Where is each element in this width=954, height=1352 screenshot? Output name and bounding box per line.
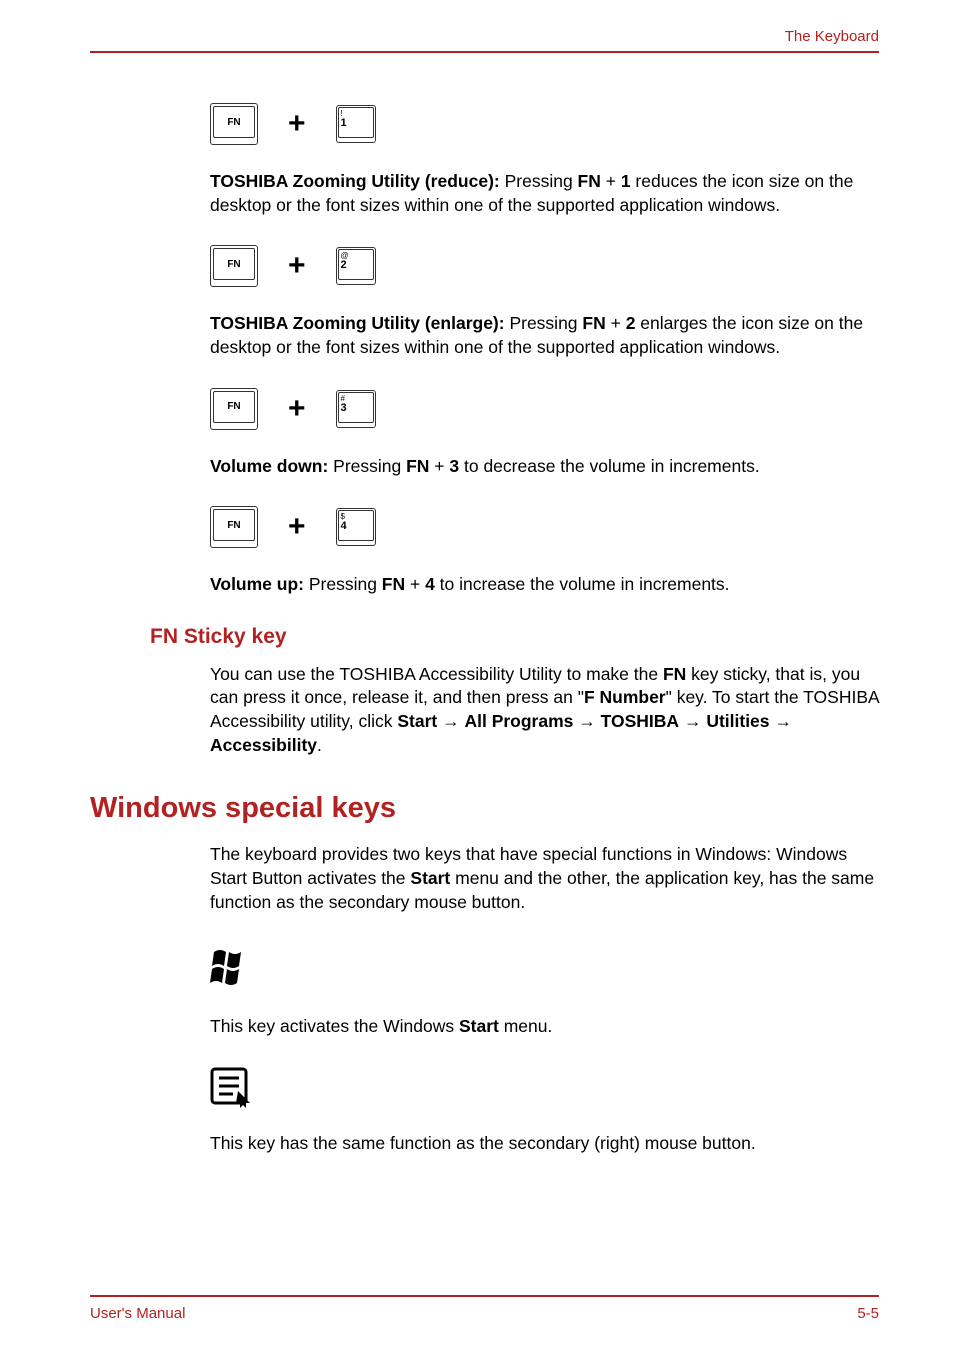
plus-icon: + — [288, 394, 306, 424]
fn-key-label: FN — [213, 106, 255, 138]
windows-key-description: This key activates the Windows Start men… — [210, 1015, 879, 1039]
fn-key-icon: FN — [210, 245, 258, 287]
windows-logo-icon — [210, 942, 879, 997]
number-3-key-icon: # 3 — [336, 390, 376, 428]
key-combo-fn-4: FN + $ 4 — [210, 506, 879, 548]
volume-up-description: Volume up: Pressing FN + 4 to increase t… — [210, 573, 879, 597]
plus-icon: + — [288, 109, 306, 139]
volume-down-description: Volume down: Pressing FN + 3 to decrease… — [210, 455, 879, 479]
content-area: FN + ! 1 TOSHIBA Zooming Utility (reduce… — [210, 103, 879, 597]
fn-key-icon: FN — [210, 103, 258, 145]
zoom-reduce-description: TOSHIBA Zooming Utility (reduce): Pressi… — [210, 170, 879, 217]
zoom-enlarge-description: TOSHIBA Zooming Utility (enlarge): Press… — [210, 312, 879, 359]
key-combo-fn-2: FN + @ 2 — [210, 245, 879, 287]
footer-manual-label: User's Manual — [90, 1305, 185, 1322]
fn-key-label: FN — [213, 509, 255, 541]
header-rule: The Keyboard — [90, 28, 879, 53]
fn-sticky-heading: FN Sticky key — [150, 625, 879, 649]
sticky-content: You can use the TOSHIBA Accessibility Ut… — [210, 663, 879, 758]
sticky-description: You can use the TOSHIBA Accessibility Ut… — [210, 663, 879, 758]
fn-key-icon: FN — [210, 388, 258, 430]
windows-special-keys-heading: Windows special keys — [90, 792, 879, 825]
fn-key-label: FN — [213, 248, 255, 280]
number-4-key-icon: $ 4 — [336, 508, 376, 546]
app-key-description: This key has the same function as the se… — [210, 1132, 879, 1156]
key-combo-fn-1: FN + ! 1 — [210, 103, 879, 145]
number-1-key-icon: ! 1 — [336, 105, 376, 143]
footer-page-number: 5-5 — [857, 1305, 879, 1322]
key-combo-fn-3: FN + # 3 — [210, 388, 879, 430]
footer: User's Manual 5-5 — [90, 1295, 879, 1322]
fn-key-icon: FN — [210, 506, 258, 548]
plus-icon: + — [288, 251, 306, 281]
header-section-title: The Keyboard — [90, 28, 879, 45]
application-key-icon — [210, 1067, 879, 1114]
number-2-key-icon: @ 2 — [336, 247, 376, 285]
windows-content: The keyboard provides two keys that have… — [210, 843, 879, 1155]
plus-icon: + — [288, 512, 306, 542]
windows-keys-description: The keyboard provides two keys that have… — [210, 843, 879, 914]
fn-key-label: FN — [213, 391, 255, 423]
